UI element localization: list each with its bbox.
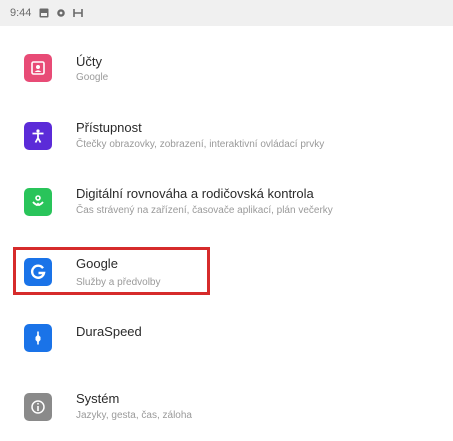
wellbeing-icon bbox=[24, 188, 52, 216]
settings-item-accessibility[interactable]: Přístupnost Čtečky obrazovky, zobrazení,… bbox=[0, 110, 453, 170]
settings-item-subtitle: Čtečky obrazovky, zobrazení, interaktivn… bbox=[76, 139, 325, 150]
settings-item-title: Digitální rovnováha a rodičovská kontrol… bbox=[76, 186, 314, 201]
status-time: 9:44 bbox=[10, 7, 32, 19]
settings-item-title: Účty bbox=[76, 54, 102, 69]
account-icon bbox=[24, 54, 52, 82]
image-icon bbox=[39, 8, 49, 18]
settings-item-title: Přístupnost bbox=[76, 120, 142, 135]
status-bar: 9:44 bbox=[0, 0, 453, 26]
duraspeed-icon bbox=[24, 324, 52, 352]
data-icon bbox=[73, 8, 84, 18]
settings-item-subtitle: Služby a předvolby bbox=[76, 277, 161, 288]
settings-item-subtitle: Čas strávený na zařízení, časovače aplik… bbox=[76, 205, 333, 216]
settings-item-digital-wellbeing[interactable]: Digitální rovnováha a rodičovská kontrol… bbox=[0, 176, 453, 236]
settings-item-accounts[interactable]: Účty Google bbox=[0, 42, 453, 102]
settings-item-title: Systém bbox=[76, 391, 120, 406]
info-icon bbox=[24, 393, 52, 421]
accessibility-icon bbox=[24, 122, 52, 150]
settings-item-subtitle: Jazyky, gesta, čas, záloha bbox=[76, 410, 192, 421]
settings-item-google[interactable]: Google Služby a předvolby bbox=[0, 252, 453, 312]
settings-item-duraspeed[interactable]: DuraSpeed bbox=[0, 314, 453, 374]
google-icon bbox=[24, 258, 52, 286]
gear-icon bbox=[56, 8, 66, 18]
settings-item-subtitle: Google bbox=[76, 72, 109, 83]
settings-item-title: DuraSpeed bbox=[76, 324, 142, 339]
settings-item-system[interactable]: Systém Jazyky, gesta, čas, záloha bbox=[0, 381, 453, 441]
settings-item-title: Google bbox=[76, 256, 118, 271]
